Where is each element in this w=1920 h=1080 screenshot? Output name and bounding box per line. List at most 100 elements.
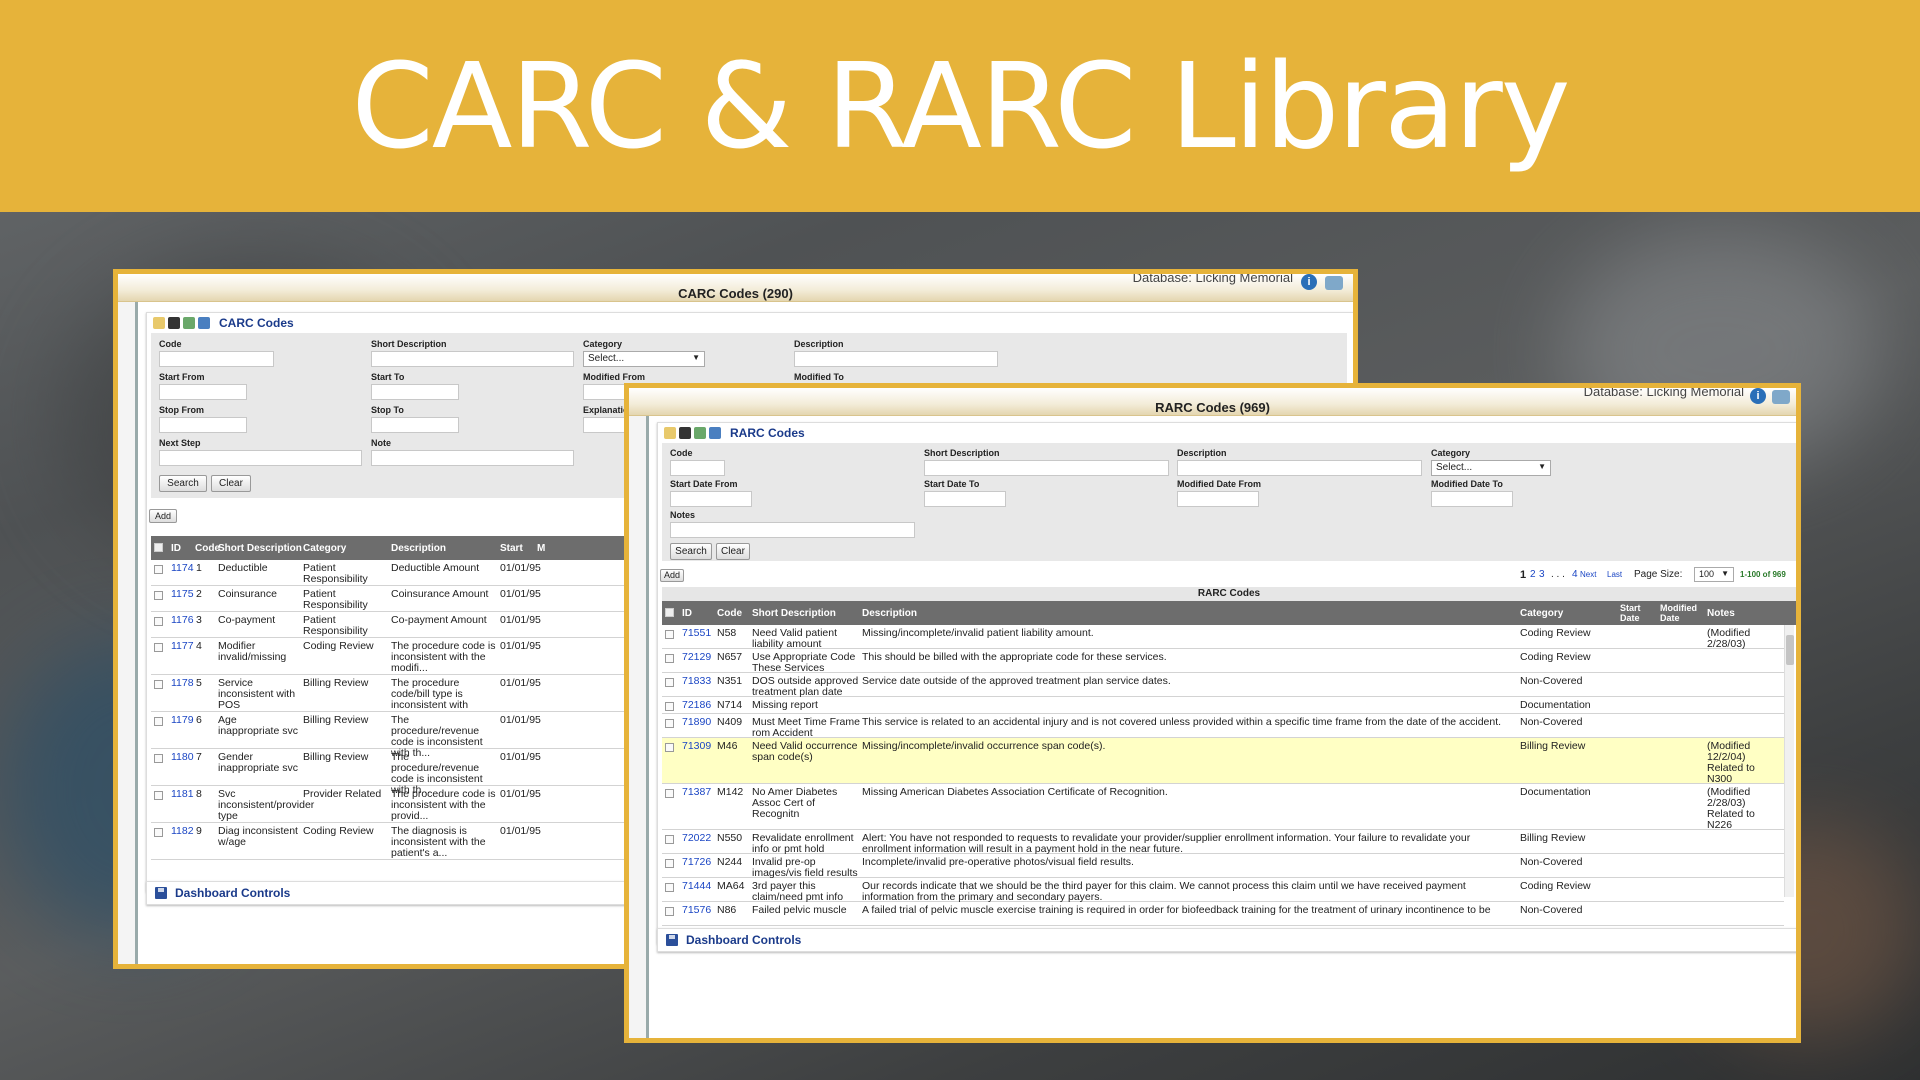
window-icon[interactable] <box>198 317 210 329</box>
table-row[interactable]: 1180 7 Gender inappropriate svc Billing … <box>151 749 651 796</box>
row-id-link[interactable]: 1180 <box>171 752 194 763</box>
row-checkbox[interactable] <box>154 591 163 600</box>
code-input[interactable] <box>670 460 725 476</box>
row-id-link[interactable]: 71387 <box>682 787 711 798</box>
next-page-link[interactable]: Next <box>1580 570 1596 579</box>
row-checkbox[interactable] <box>154 791 163 800</box>
export-icon[interactable] <box>153 317 165 329</box>
add-button[interactable]: Add <box>149 509 177 523</box>
start-date-from-input[interactable] <box>670 491 752 507</box>
row-id-link[interactable]: 72022 <box>682 833 711 844</box>
table-row[interactable]: 71576 N86 Failed pelvic muscle A failed … <box>662 902 1784 926</box>
table-row[interactable]: 71890 N409 Must Meet Time Frame rom Acci… <box>662 714 1784 739</box>
row-checkbox[interactable] <box>154 643 163 652</box>
row-checkbox[interactable] <box>665 835 674 844</box>
row-id-link[interactable]: 1174 <box>171 563 194 574</box>
table-row[interactable]: 1179 6 Age inappropriate svc Billing Rev… <box>151 712 651 759</box>
description-input[interactable] <box>1177 460 1422 476</box>
start-date-to-input[interactable] <box>924 491 1006 507</box>
select-all-checkbox[interactable] <box>154 543 163 552</box>
table-row[interactable]: 71726 N244 Invalid pre-op images/vis fie… <box>662 854 1784 879</box>
column-category[interactable]: Category <box>1520 608 1563 619</box>
column-description[interactable]: Description <box>862 608 917 619</box>
column-start[interactable]: Start <box>500 543 523 554</box>
row-checkbox[interactable] <box>154 754 163 763</box>
row-checkbox[interactable] <box>154 565 163 574</box>
column-description[interactable]: Description <box>391 543 446 554</box>
table-row[interactable]: 72022 N550 Revalidate enrollment info or… <box>662 830 1784 855</box>
table-row[interactable]: 72186 N714 Missing report Documentation <box>662 697 1784 714</box>
row-id-link[interactable]: 1177 <box>171 641 194 652</box>
row-checkbox[interactable] <box>665 859 674 868</box>
table-row-highlighted[interactable]: 71309 M46 Need Valid occurrence span cod… <box>662 738 1784 785</box>
row-checkbox[interactable] <box>665 883 674 892</box>
row-checkbox[interactable] <box>665 743 674 752</box>
row-id-link[interactable]: 1178 <box>171 678 194 689</box>
category-select[interactable]: Select... ▼ <box>1431 460 1551 476</box>
row-checkbox[interactable] <box>665 630 674 639</box>
row-id-link[interactable]: 71551 <box>682 628 711 639</box>
clear-button[interactable]: Clear <box>211 475 251 492</box>
page-link[interactable]: 4 <box>1572 569 1578 580</box>
row-id-link[interactable]: 71309 <box>682 741 711 752</box>
row-checkbox[interactable] <box>154 717 163 726</box>
export-icon[interactable] <box>664 427 676 439</box>
column-short-description[interactable]: Short Description <box>218 543 302 554</box>
next-step-input[interactable] <box>159 450 362 466</box>
binoculars-icon[interactable] <box>168 317 180 329</box>
table-row[interactable]: 71387 M142 No Amer Diabetes Assoc Cert o… <box>662 784 1784 831</box>
row-checkbox[interactable] <box>154 828 163 837</box>
clear-button[interactable]: Clear <box>716 543 750 560</box>
row-id-link[interactable]: 71890 <box>682 717 711 728</box>
add-button[interactable]: Add <box>660 569 684 582</box>
row-checkbox[interactable] <box>665 654 674 663</box>
column-modified-date[interactable]: Modified Date <box>1660 603 1702 623</box>
select-all-checkbox[interactable] <box>665 608 674 617</box>
table-row[interactable]: 1177 4 Modifier invalid/missing Coding R… <box>151 638 651 675</box>
row-checkbox[interactable] <box>154 680 163 689</box>
last-page-link[interactable]: Last <box>1607 570 1622 579</box>
row-id-link[interactable]: 72186 <box>682 700 711 711</box>
modified-date-from-input[interactable] <box>1177 491 1259 507</box>
refresh-icon[interactable] <box>694 427 706 439</box>
stop-from-input[interactable] <box>159 417 247 433</box>
row-id-link[interactable]: 72129 <box>682 652 711 663</box>
row-checkbox[interactable] <box>665 907 674 916</box>
table-row[interactable]: 1178 5 Service inconsistent with POS Bil… <box>151 675 651 712</box>
modified-date-to-input[interactable] <box>1431 491 1513 507</box>
page-link[interactable]: 2 <box>1530 569 1536 580</box>
table-row[interactable]: 71833 N351 DOS outside approved treatmen… <box>662 673 1784 698</box>
note-input[interactable] <box>371 450 574 466</box>
code-input[interactable] <box>159 351 274 367</box>
row-id-link[interactable]: 71444 <box>682 881 711 892</box>
category-select[interactable]: Select... ▼ <box>583 351 705 367</box>
row-id-link[interactable]: 1182 <box>171 826 194 837</box>
start-to-input[interactable] <box>371 384 459 400</box>
row-id-link[interactable]: 1176 <box>171 615 194 626</box>
row-id-link[interactable]: 71833 <box>682 676 711 687</box>
short-description-input[interactable] <box>924 460 1169 476</box>
notes-input[interactable] <box>670 522 915 538</box>
page-size-select[interactable]: 100 ▼ <box>1694 567 1734 582</box>
table-row[interactable]: 1175 2 Coinsurance Patient Responsibilit… <box>151 586 651 612</box>
column-id[interactable]: ID <box>682 608 692 619</box>
start-from-input[interactable] <box>159 384 247 400</box>
table-row[interactable]: 71551 N58 Need Valid patient liability a… <box>662 625 1784 650</box>
column-short-description[interactable]: Short Description <box>752 608 836 619</box>
search-button[interactable]: Search <box>159 475 207 492</box>
stop-to-input[interactable] <box>371 417 459 433</box>
table-row[interactable]: 1182 9 Diag inconsistent w/age Coding Re… <box>151 823 651 860</box>
search-button[interactable]: Search <box>670 543 712 560</box>
row-checkbox[interactable] <box>665 789 674 798</box>
table-row[interactable]: 1176 3 Co-payment Patient Responsibility… <box>151 612 651 638</box>
row-checkbox[interactable] <box>154 617 163 626</box>
rarc-dashboard-controls[interactable]: Dashboard Controls <box>657 928 1796 952</box>
short-description-input[interactable] <box>371 351 574 367</box>
row-id-link[interactable]: 1175 <box>171 589 194 600</box>
scrollbar-thumb[interactable] <box>1786 635 1794 665</box>
column-code[interactable]: Code <box>195 543 220 554</box>
row-checkbox[interactable] <box>665 702 674 711</box>
row-id-link[interactable]: 1179 <box>171 715 194 726</box>
refresh-icon[interactable] <box>183 317 195 329</box>
column-id[interactable]: ID <box>171 543 181 554</box>
